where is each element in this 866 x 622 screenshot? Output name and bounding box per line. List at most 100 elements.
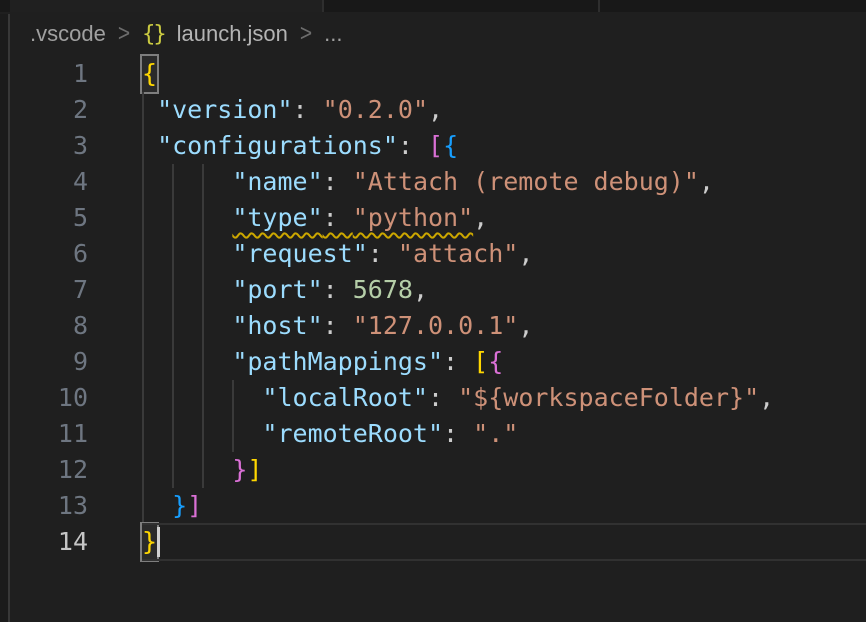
code-text[interactable]: }] [142, 488, 202, 524]
indent-guide [142, 200, 144, 236]
code-token: "host" [232, 311, 322, 340]
indent-guide [172, 200, 174, 236]
line-number[interactable]: 10 [10, 380, 88, 416]
code-line[interactable]: 4 "name": "Attach (remote debug)", [10, 164, 866, 200]
code-text[interactable]: "version": "0.2.0", [142, 92, 443, 128]
tab-separator [322, 0, 324, 12]
indent-guide [142, 344, 144, 380]
code-token: : [443, 419, 473, 448]
chevron-right-icon: > [300, 20, 312, 48]
indent-guide [142, 164, 144, 200]
code-line[interactable]: 1{ [10, 56, 866, 92]
code-line[interactable]: 2 "version": "0.2.0", [10, 92, 866, 128]
code-token: , [428, 95, 443, 124]
indent-guide [202, 272, 204, 308]
code-text[interactable]: "host": "127.0.0.1", [142, 308, 533, 344]
indent-guide [142, 452, 144, 488]
breadcrumb-file[interactable]: launch.json [177, 21, 288, 47]
breadcrumb-more[interactable]: ... [324, 21, 342, 47]
line-number[interactable]: 5 [10, 200, 88, 236]
code-text[interactable]: "configurations": [{ [142, 128, 458, 164]
code-token: } [172, 491, 187, 520]
code-text[interactable]: { [142, 56, 157, 92]
line-number[interactable]: 9 [10, 344, 88, 380]
code-token: , [473, 203, 488, 232]
indent-guide [202, 380, 204, 416]
line-number[interactable]: 8 [10, 308, 88, 344]
indent-guide [142, 488, 144, 524]
indent-guide [172, 236, 174, 272]
code-token: "version" [157, 95, 292, 124]
code-token: : [323, 311, 353, 340]
indent-guide [232, 380, 234, 416]
code-token: "0.2.0" [323, 95, 428, 124]
indent-guide [202, 236, 204, 272]
indent-guide [202, 416, 204, 452]
code-token: 5678 [353, 275, 413, 304]
left-panel-border [0, 14, 10, 622]
indent-guide [142, 308, 144, 344]
bracket-match: { [142, 56, 157, 92]
code-text[interactable]: "port": 5678, [142, 272, 428, 308]
tab-separator [598, 0, 600, 12]
code-line[interactable]: 10 "localRoot": "${workspaceFolder}", [10, 380, 866, 416]
code-token: [ [473, 347, 488, 376]
code-line[interactable]: 5 "type": "python", [10, 200, 866, 236]
line-number[interactable]: 3 [10, 128, 88, 164]
code-text[interactable]: }] [142, 452, 262, 488]
code-token: "remoteRoot" [262, 419, 443, 448]
code-line[interactable]: 3 "configurations": [{ [10, 128, 866, 164]
indent-guide [232, 416, 234, 452]
code-text[interactable]: } [142, 524, 157, 560]
indent-guide [142, 272, 144, 308]
code-token: } [232, 455, 247, 484]
line-number[interactable]: 14 [10, 524, 88, 560]
code-line[interactable]: 12 }] [10, 452, 866, 488]
code-line[interactable]: 14} [10, 524, 866, 560]
json-braces-icon: {} [142, 22, 165, 47]
indent-guide [172, 416, 174, 452]
code-token [142, 239, 232, 268]
bracket-match: } [142, 524, 157, 560]
code-token: "request" [232, 239, 367, 268]
code-token: "name" [232, 167, 322, 196]
code-line[interactable]: 9 "pathMappings": [{ [10, 344, 866, 380]
line-number[interactable]: 1 [10, 56, 88, 92]
code-token: , [759, 383, 774, 412]
line-number[interactable]: 4 [10, 164, 88, 200]
indent-guide [202, 452, 204, 488]
code-text[interactable]: "type": "python", [142, 200, 488, 236]
code-editor[interactable]: 1{2 "version": "0.2.0",3 "configurations… [10, 56, 866, 622]
code-token: "python" [353, 203, 473, 232]
indent-guide [142, 128, 144, 164]
line-number[interactable]: 2 [10, 92, 88, 128]
code-token: [ [428, 131, 443, 160]
code-text[interactable]: "pathMappings": [{ [142, 344, 503, 380]
code-line[interactable]: 13 }] [10, 488, 866, 524]
breadcrumb: .vscode > {} launch.json > ... [10, 12, 866, 56]
code-line[interactable]: 7 "port": 5678, [10, 272, 866, 308]
indent-guide [172, 164, 174, 200]
code-text[interactable]: "remoteRoot": "." [142, 416, 518, 452]
active-tab-edge[interactable] [10, 0, 322, 12]
line-number[interactable]: 13 [10, 488, 88, 524]
line-number[interactable]: 6 [10, 236, 88, 272]
line-number[interactable]: 11 [10, 416, 88, 452]
code-text[interactable]: "localRoot": "${workspaceFolder}", [142, 380, 774, 416]
code-token: : [323, 275, 353, 304]
code-line[interactable]: 6 "request": "attach", [10, 236, 866, 272]
code-line[interactable]: 11 "remoteRoot": "." [10, 416, 866, 452]
code-line[interactable]: 8 "host": "127.0.0.1", [10, 308, 866, 344]
line-number[interactable]: 7 [10, 272, 88, 308]
code-text[interactable]: "name": "Attach (remote debug)", [142, 164, 714, 200]
code-text[interactable]: "request": "attach", [142, 236, 533, 272]
code-token: , [413, 275, 428, 304]
code-token: : [293, 95, 323, 124]
code-token: : [398, 131, 428, 160]
line-number[interactable]: 12 [10, 452, 88, 488]
code-token: , [699, 167, 714, 196]
code-token: : [323, 167, 353, 196]
code-token: : [443, 347, 473, 376]
code-token: "localRoot" [262, 383, 428, 412]
breadcrumb-folder[interactable]: .vscode [30, 21, 106, 47]
